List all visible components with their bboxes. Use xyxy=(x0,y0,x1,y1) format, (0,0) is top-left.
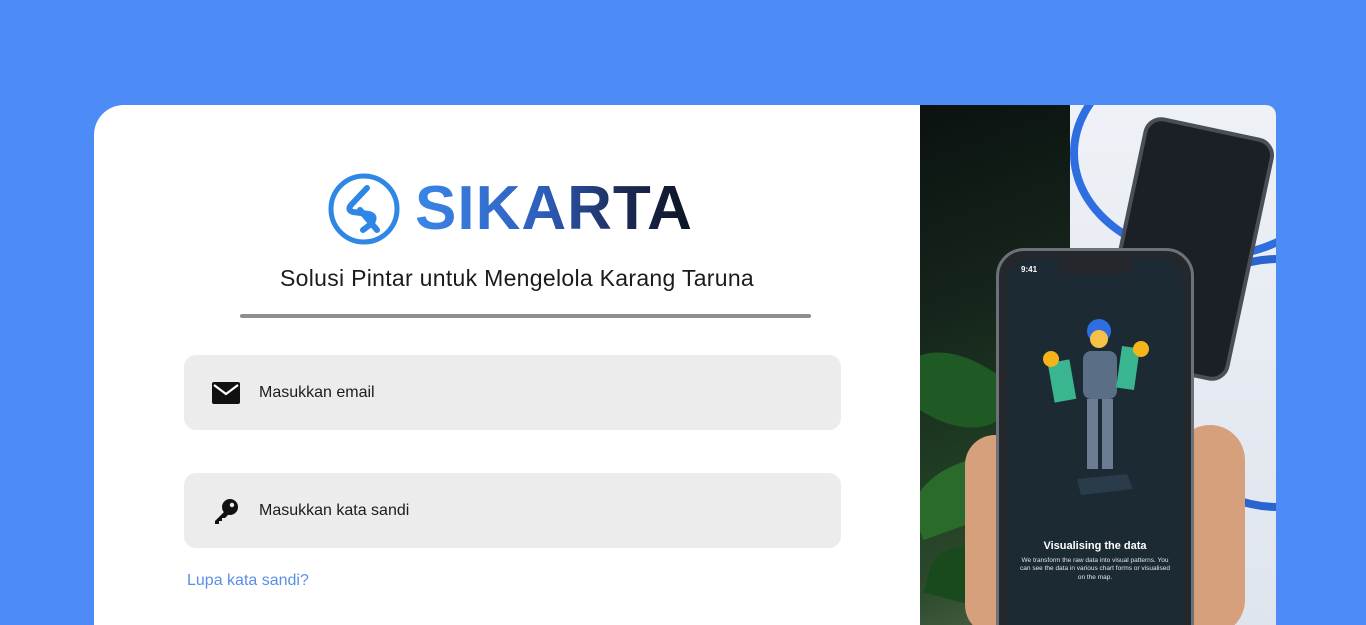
forgot-password-link[interactable]: Lupa kata sandi? xyxy=(187,572,309,590)
email-field[interactable] xyxy=(184,355,841,430)
password-input[interactable] xyxy=(257,500,821,521)
logo: SIKARTA xyxy=(327,172,693,246)
screen-title: Visualising the data xyxy=(1043,540,1147,552)
divider xyxy=(240,314,811,318)
phone-mockup: 9:41 Visualising the data We transform t… xyxy=(996,248,1194,625)
brand-name: SIKARTA xyxy=(415,174,693,243)
password-field[interactable] xyxy=(184,473,841,548)
phone-screen: 9:41 Visualising the data We transform t… xyxy=(1007,259,1183,625)
email-input[interactable] xyxy=(257,382,821,403)
mail-icon xyxy=(209,376,243,410)
login-panel: SIKARTA Solusi Pintar untuk Mengelola Ka… xyxy=(94,105,920,625)
tagline: Solusi Pintar untuk Mengelola Karang Tar… xyxy=(279,265,755,291)
data-person-illustration xyxy=(1043,319,1149,495)
login-card: SIKARTA Solusi Pintar untuk Mengelola Ka… xyxy=(94,105,1276,625)
hero-image: 9:41 Visualising the data We transform t… xyxy=(920,105,1276,625)
key-icon xyxy=(209,494,243,528)
screen-description: We transform the raw data into visual pa… xyxy=(1020,557,1170,581)
phone-notch xyxy=(1058,259,1132,275)
page: { "brand": { "name": "SIKARTA", "tagline… xyxy=(0,0,1366,625)
sikarta-logo-icon xyxy=(328,173,400,245)
status-time: 9:41 xyxy=(1021,265,1038,274)
